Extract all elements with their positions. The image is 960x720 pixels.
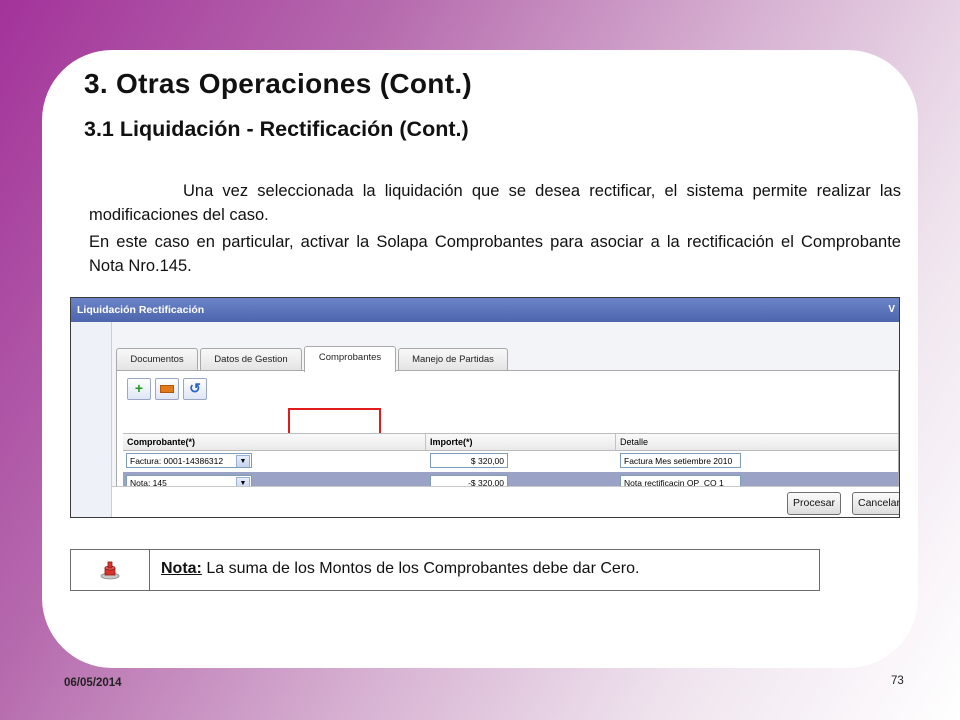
note-box: Nota: La suma de los Montos de los Compr… [70,549,820,591]
window-title-right: V [888,304,895,315]
note-icon-cell [71,550,150,590]
comprobante-value: Factura: 0001-14386312 [130,456,224,466]
slide-subtitle: 3.1 Liquidación - Rectificación (Cont.) [84,117,469,141]
plus-icon: + [134,380,144,396]
liquidacion-window: Liquidación Rectificación V Documentos D… [70,297,900,518]
remove-row-button[interactable] [155,378,179,400]
tab-datos-de-gestion[interactable]: Datos de Gestion [200,348,302,370]
importe-field[interactable]: $ 320,00 [430,453,508,468]
note-label: Nota: [161,560,202,577]
paragraph-1: Una vez seleccionada la liquidación que … [89,182,901,224]
header-importe: Importe(*) [426,434,616,450]
add-row-button[interactable]: + [127,378,151,400]
tab-documentos[interactable]: Documentos [116,348,198,370]
detalle-field[interactable]: Factura Mes setiembre 2010 [620,453,741,468]
note-text: Nota: La suma de los Montos de los Compr… [161,560,639,578]
procesar-button[interactable]: Procesar [787,492,841,515]
cancelar-button[interactable]: Cancelar [852,492,899,515]
table-row[interactable]: Factura: 0001-14386312 ▼ $ 320,00 Factur… [123,450,898,472]
undo-icon: ↺ [189,380,201,396]
note-body: La suma de los Montos de los Comprobante… [201,560,640,577]
paragraph-2: En este caso en particular, activar la S… [89,233,901,275]
window-titlebar: Liquidación Rectificación V [71,298,899,322]
minus-icon [160,385,174,394]
header-comprobante: Comprobante(*) [123,434,426,450]
window-footer: Procesar Cancelar [112,486,899,517]
tab-manejo-de-partidas[interactable]: Manejo de Partidas [398,348,508,370]
comprobantes-panel: + ↺ Comprobante(*) Importe(*) Detalle Fa… [116,370,899,494]
undo-button[interactable]: ↺ [183,378,207,400]
window-body: Documentos Datos de Gestion Comprobantes… [112,322,899,517]
slide-title: 3. Otras Operaciones (Cont.) [84,68,473,99]
window-sidebar [71,322,112,517]
window-title: Liquidación Rectificación [77,304,205,316]
grid-header: Comprobante(*) Importe(*) Detalle [123,433,898,451]
note-pin-icon [100,561,120,580]
slide-date: 06/05/2014 [64,677,122,689]
tab-comprobantes[interactable]: Comprobantes [304,346,396,372]
header-detalle: Detalle [616,434,899,450]
chevron-down-icon[interactable]: ▼ [236,455,250,467]
page-number: 73 [891,675,904,687]
comprobante-select[interactable]: Factura: 0001-14386312 ▼ [126,453,252,468]
